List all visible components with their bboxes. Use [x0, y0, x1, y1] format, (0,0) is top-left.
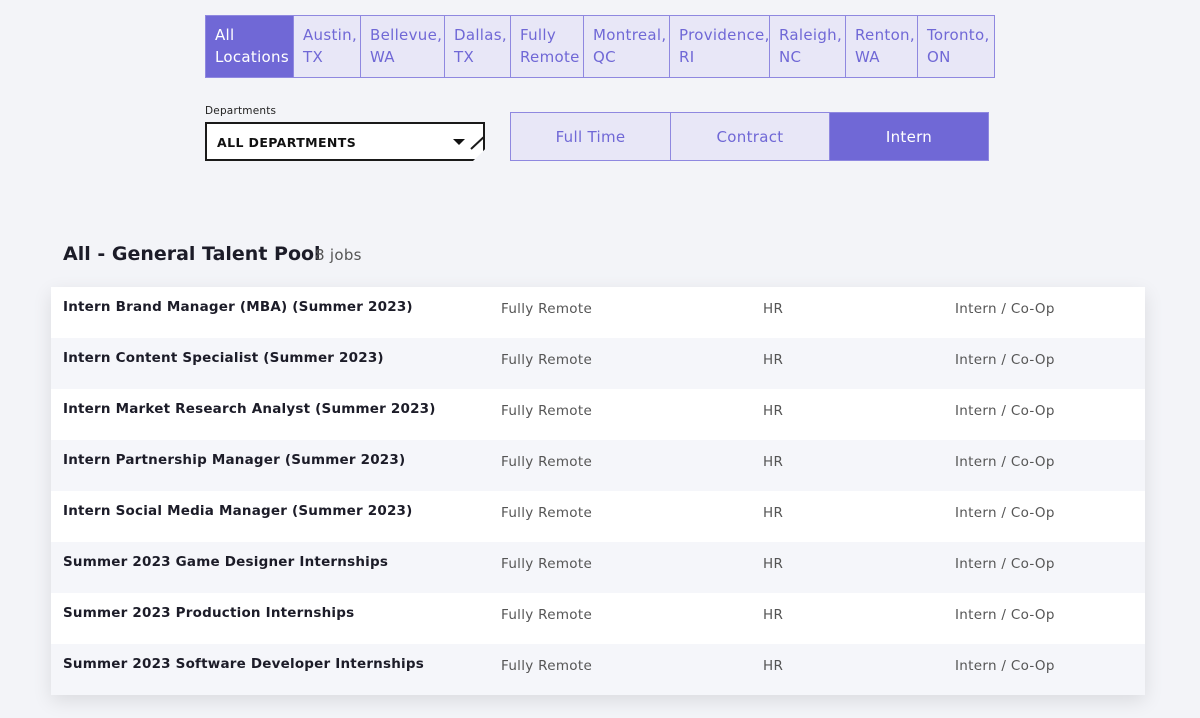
location-tab-fully-remote[interactable]: Fully Remote	[510, 16, 583, 77]
job-location: Fully Remote	[501, 454, 593, 470]
job-type-toggle: Full Time Contract Intern	[510, 112, 989, 161]
caret-down-icon	[453, 139, 465, 145]
location-tab-line1: Austin,	[303, 26, 358, 44]
job-row[interactable]: Intern Market Research Analyst (Summer 2…	[51, 389, 1145, 440]
location-tab-montreal[interactable]: Montreal, QC	[583, 16, 669, 77]
job-type-full-time-button[interactable]: Full Time	[511, 113, 670, 160]
job-row[interactable]: Intern Partnership Manager (Summer 2023)…	[51, 440, 1145, 491]
location-tab-line1: Toronto,	[927, 26, 990, 44]
location-tab-all[interactable]: All Locations	[206, 16, 293, 77]
job-row[interactable]: Intern Content Specialist (Summer 2023) …	[51, 338, 1145, 389]
job-row[interactable]: Intern Social Media Manager (Summer 2023…	[51, 491, 1145, 542]
job-type: Intern / Co-Op	[955, 403, 1055, 419]
location-tab-line2: ON	[927, 48, 951, 66]
location-tab-line2: TX	[303, 48, 324, 66]
location-tab-line2: NC	[779, 48, 802, 66]
departments-dropdown[interactable]: ALL DEPARTMENTS	[205, 122, 485, 161]
job-department: HR	[763, 556, 784, 572]
job-location: Fully Remote	[501, 607, 593, 623]
departments-selected-value: ALL DEPARTMENTS	[217, 135, 357, 150]
job-row[interactable]: Intern Brand Manager (MBA) (Summer 2023)…	[51, 287, 1145, 338]
location-tab-toronto[interactable]: Toronto, ON	[917, 16, 994, 77]
location-tab-line2: WA	[370, 48, 395, 66]
job-row[interactable]: Summer 2023 Software Developer Internshi…	[51, 644, 1145, 695]
job-title[interactable]: Intern Content Specialist (Summer 2023)	[63, 350, 384, 366]
job-department: HR	[763, 658, 784, 674]
job-type: Intern / Co-Op	[955, 556, 1055, 572]
location-tab-line1: Bellevue,	[370, 26, 443, 44]
job-location: Fully Remote	[501, 505, 593, 521]
job-type-contract-button[interactable]: Contract	[670, 113, 829, 160]
departments-label: Departments	[205, 105, 277, 117]
location-tab-austin[interactable]: Austin, TX	[293, 16, 360, 77]
job-department: HR	[763, 301, 784, 317]
location-tab-line2: QC	[593, 48, 616, 66]
job-department: HR	[763, 352, 784, 368]
jobs-list: Intern Brand Manager (MBA) (Summer 2023)…	[51, 287, 1145, 695]
location-tabs: All Locations Austin, TX Bellevue, WA Da…	[205, 15, 995, 78]
location-tab-line2: RI	[679, 48, 695, 66]
job-type: Intern / Co-Op	[955, 505, 1055, 521]
location-tab-line2: WA	[855, 48, 880, 66]
job-location: Fully Remote	[501, 352, 593, 368]
job-type: Intern / Co-Op	[955, 607, 1055, 623]
job-department: HR	[763, 454, 784, 470]
location-tab-line1: Montreal,	[593, 26, 667, 44]
job-title[interactable]: Summer 2023 Game Designer Internships	[63, 554, 388, 570]
job-location: Fully Remote	[501, 301, 593, 317]
job-department: HR	[763, 607, 784, 623]
job-row[interactable]: Summer 2023 Game Designer Internships Fu…	[51, 542, 1145, 593]
location-tab-line1: Dallas,	[454, 26, 507, 44]
job-title[interactable]: Intern Partnership Manager (Summer 2023)	[63, 452, 405, 468]
section-title: All - General Talent Pool	[63, 243, 321, 265]
location-tab-line1: Providence,	[679, 26, 770, 44]
location-tab-line2: TX	[454, 48, 475, 66]
job-location: Fully Remote	[501, 658, 593, 674]
job-title[interactable]: Intern Market Research Analyst (Summer 2…	[63, 401, 436, 417]
job-type: Intern / Co-Op	[955, 454, 1055, 470]
location-tab-line1: Raleigh,	[779, 26, 843, 44]
location-tab-providence[interactable]: Providence, RI	[669, 16, 769, 77]
job-department: HR	[763, 505, 784, 521]
job-title[interactable]: Summer 2023 Production Internships	[63, 605, 354, 621]
location-tab-line2: Remote	[520, 48, 580, 66]
job-count: 8 jobs	[315, 246, 362, 264]
job-location: Fully Remote	[501, 556, 593, 572]
job-type: Intern / Co-Op	[955, 658, 1055, 674]
location-tab-line2: Locations	[215, 48, 289, 66]
job-department: HR	[763, 403, 784, 419]
job-type: Intern / Co-Op	[955, 352, 1055, 368]
location-tab-bellevue[interactable]: Bellevue, WA	[360, 16, 444, 77]
job-title[interactable]: Summer 2023 Software Developer Internshi…	[63, 656, 424, 672]
job-type: Intern / Co-Op	[955, 301, 1055, 317]
location-tab-dallas[interactable]: Dallas, TX	[444, 16, 510, 77]
job-title[interactable]: Intern Social Media Manager (Summer 2023…	[63, 503, 413, 519]
job-row[interactable]: Summer 2023 Production Internships Fully…	[51, 593, 1145, 644]
location-tab-renton[interactable]: Renton, WA	[845, 16, 917, 77]
location-tab-line1: Renton,	[855, 26, 915, 44]
location-tab-line1: All	[215, 26, 235, 44]
job-title[interactable]: Intern Brand Manager (MBA) (Summer 2023)	[63, 299, 413, 315]
job-type-intern-button[interactable]: Intern	[829, 113, 988, 160]
location-tab-line1: Fully	[520, 26, 557, 44]
job-location: Fully Remote	[501, 403, 593, 419]
location-tab-raleigh[interactable]: Raleigh, NC	[769, 16, 845, 77]
